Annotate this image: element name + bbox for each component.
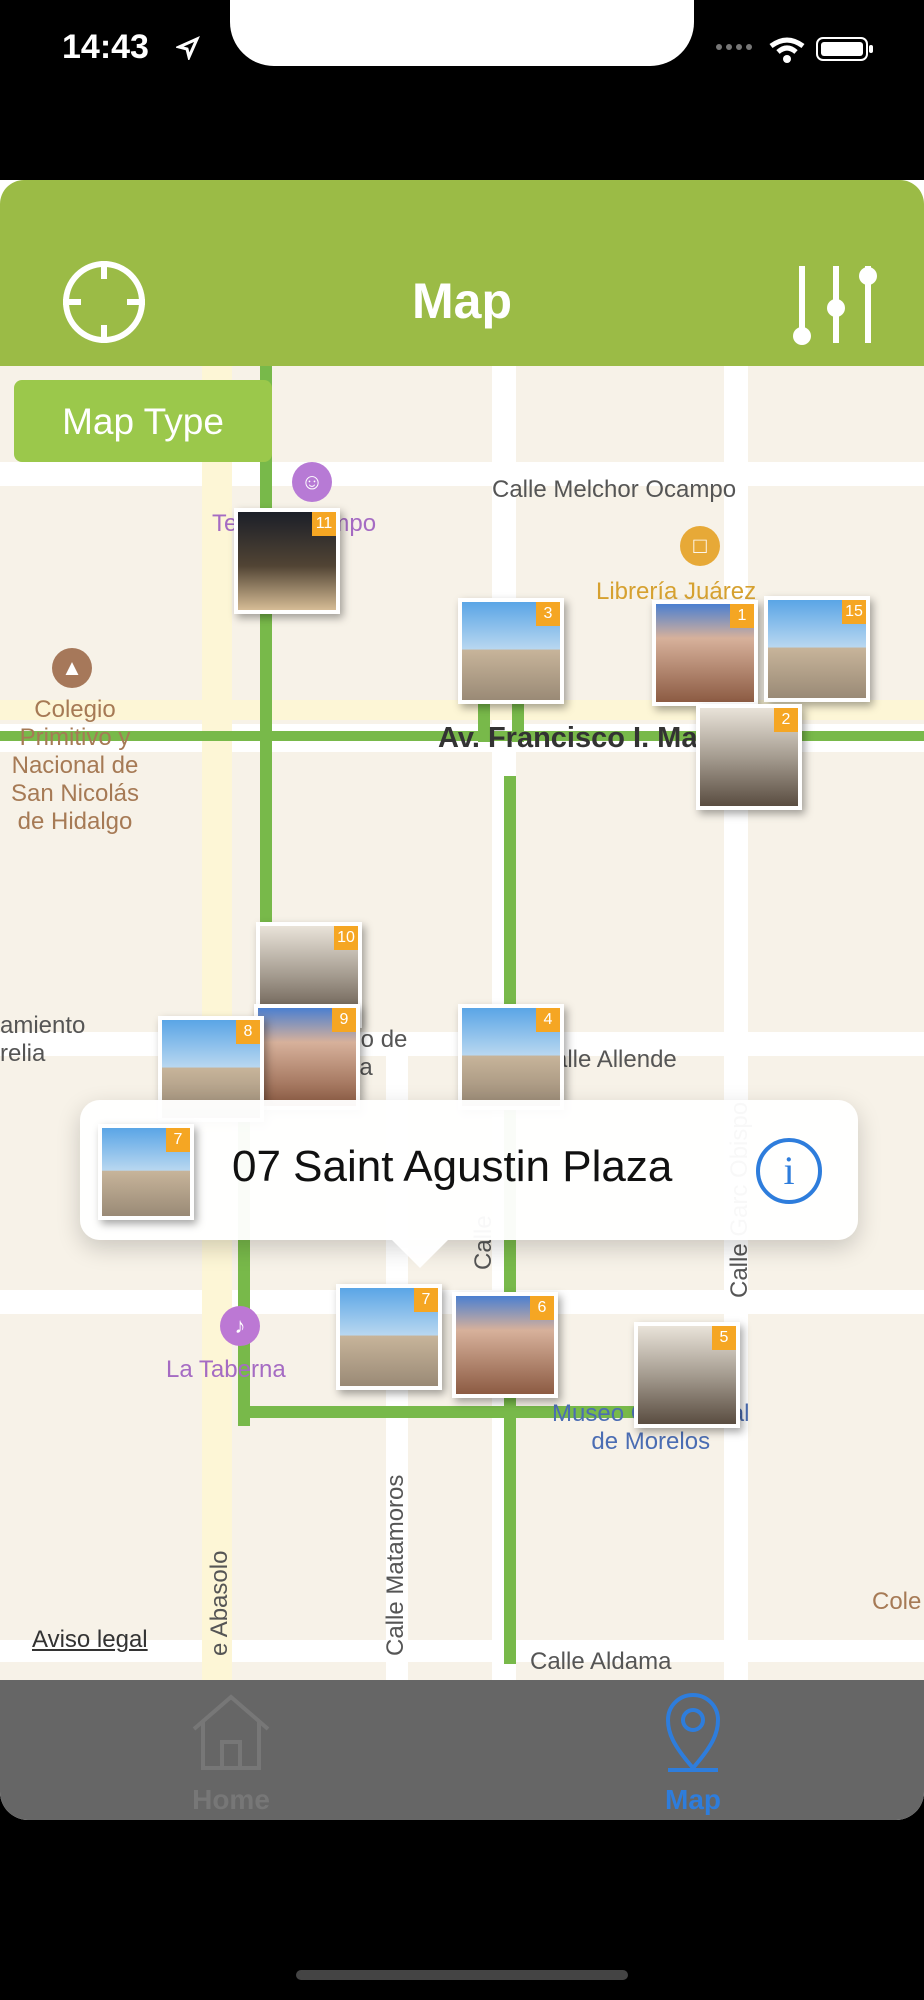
tab-map-label: Map [665, 1784, 721, 1815]
map-marker-5[interactable]: 5 [634, 1322, 740, 1428]
poi-cole-partial[interactable]: Cole [872, 1588, 921, 1616]
street-label-melchor: Calle Melchor Ocampo [492, 476, 737, 503]
map-marker-7[interactable]: 7 [336, 1284, 442, 1390]
legal-link[interactable]: Aviso legal [32, 1626, 148, 1654]
cellular-signal-icon [716, 44, 752, 50]
map-marker-15[interactable]: 15 [764, 596, 870, 702]
road-right [724, 366, 748, 1680]
poi-colegio[interactable]: Colegio Primitivo y Nacional de San Nico… [0, 696, 150, 836]
tab-bar: Home Map [0, 1680, 924, 1820]
callout-arrow [390, 1238, 450, 1268]
map-view[interactable]: Map Type Calle Melchor Ocampo ☺ Teatro O… [0, 366, 924, 1680]
map-type-button[interactable]: Map Type [14, 380, 272, 462]
location-arrow-icon [176, 36, 200, 60]
theater-icon: ☺ [292, 462, 332, 502]
battery-icon [816, 37, 873, 61]
filter-sliders-icon[interactable] [790, 258, 878, 348]
home-icon [192, 1694, 270, 1770]
tab-home[interactable]: Home [0, 1680, 462, 1820]
map-marker-3[interactable]: 3 [458, 598, 564, 704]
tab-home-label: Home [192, 1784, 270, 1815]
page-title: Map [412, 273, 512, 329]
map-marker-2[interactable]: 2 [696, 704, 802, 810]
school-icon: ▲ [52, 648, 92, 688]
map-marker-11[interactable]: 11 [234, 508, 340, 614]
map-callout[interactable]: 7 07 Saint Agustin Plaza i [80, 1100, 858, 1268]
callout-thumbnail: 7 [98, 1124, 194, 1220]
phone-frame: 14:43 Map Map Type Calle Melchor Ocampo … [0, 0, 924, 2000]
map-marker-6[interactable]: 6 [452, 1292, 558, 1398]
status-time: 14:43 [62, 28, 149, 66]
info-icon[interactable]: i [756, 1138, 822, 1204]
music-icon: ♪ [220, 1306, 260, 1346]
book-icon: □ [680, 526, 720, 566]
map-marker-4[interactable]: 4 [458, 1004, 564, 1110]
map-pin-icon [665, 1692, 721, 1772]
poi-ayuntamiento[interactable]: amiento relia [0, 1012, 85, 1068]
status-bar: 14:43 [0, 0, 924, 180]
tab-map[interactable]: Map [462, 1680, 924, 1820]
street-label-abasolo: e Abasolo [206, 1550, 233, 1656]
screen-notch [230, 0, 694, 66]
street-label-aldama: Calle Aldama [530, 1648, 672, 1675]
wifi-icon [769, 37, 805, 63]
map-marker-1[interactable]: 1 [652, 600, 758, 706]
poi-la-taberna[interactable]: La Taberna [166, 1356, 286, 1384]
map-marker-9[interactable]: 9 [254, 1004, 360, 1110]
road-melchor [0, 462, 924, 486]
street-label-allende: alle Allende [554, 1046, 677, 1073]
navigation-bar: Map [0, 180, 924, 366]
home-indicator [296, 1970, 628, 1980]
callout-title: 07 Saint Agustin Plaza [232, 1142, 673, 1191]
app-screen: 14:43 Map Map Type Calle Melchor Ocampo … [0, 0, 924, 1820]
street-label-matamoros: Calle Matamoros [382, 1474, 409, 1656]
